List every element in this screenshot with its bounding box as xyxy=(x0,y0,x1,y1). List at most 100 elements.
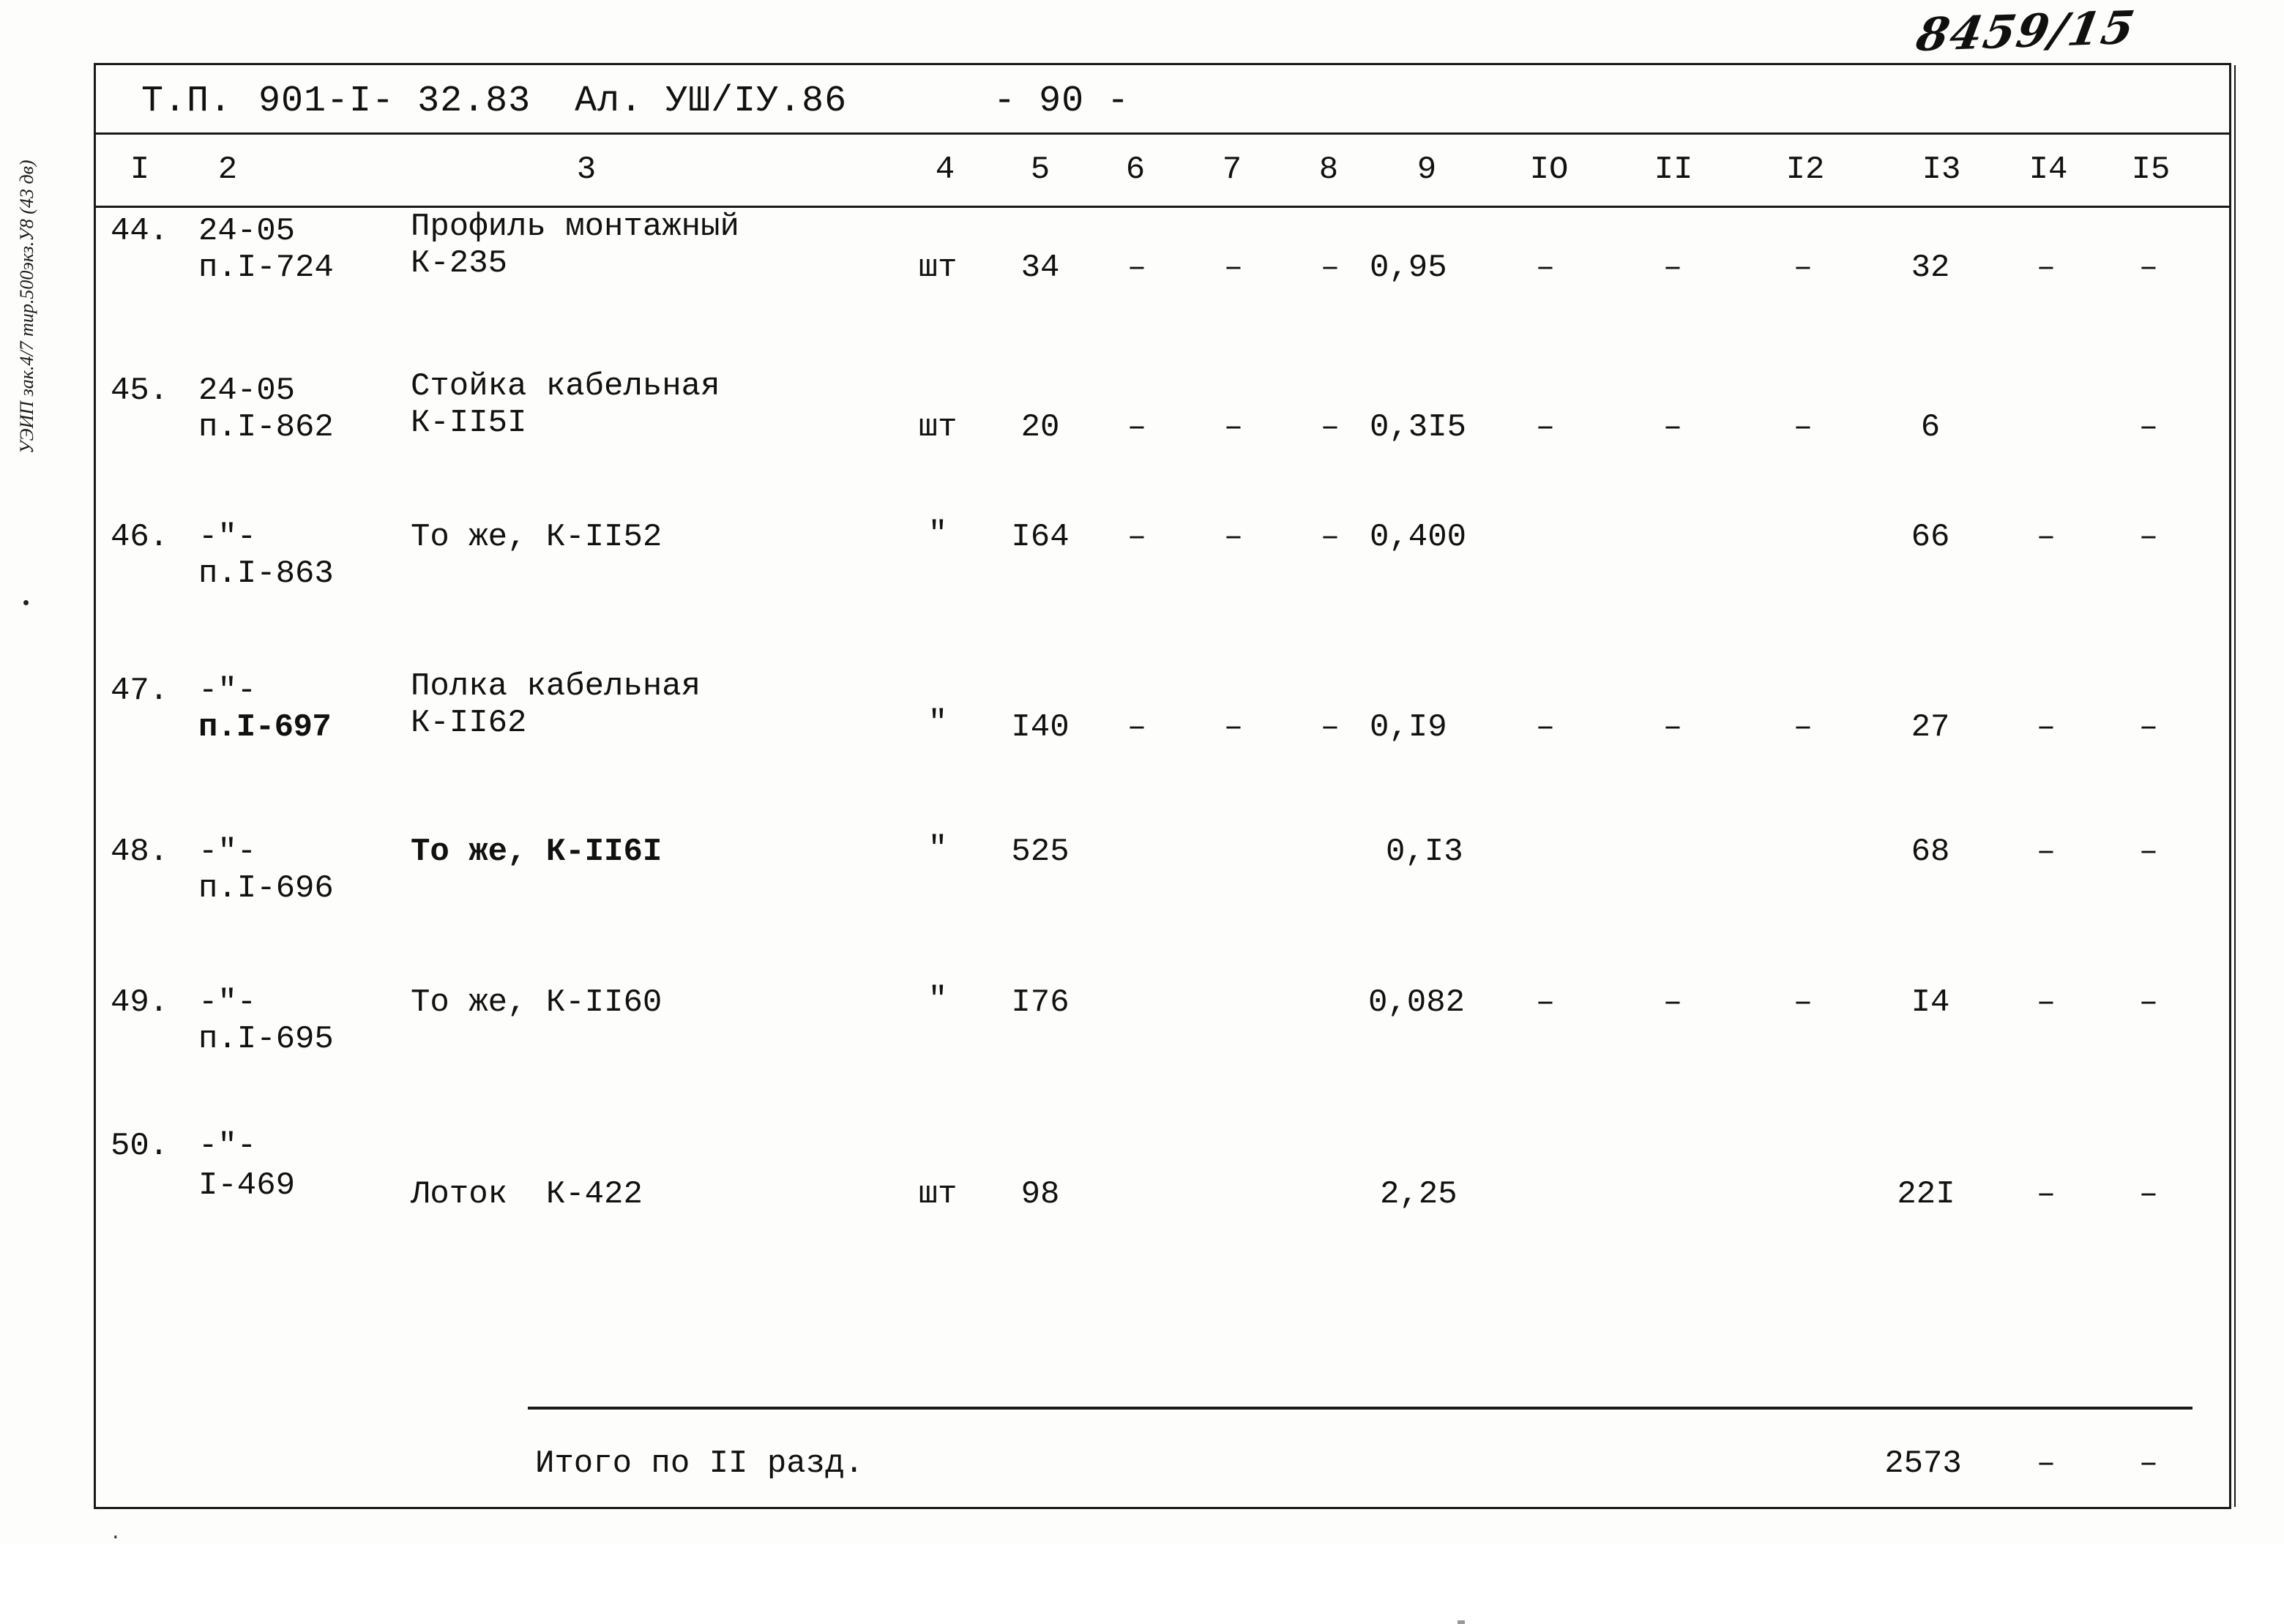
row-col13: 32 xyxy=(1911,250,1950,286)
row-ref-line2: I-469 xyxy=(198,1167,296,1204)
row-col7: – xyxy=(1223,409,1244,446)
column-number-header-row: I 2 3 4 5 6 7 8 9 IO II I2 I3 I4 I5 xyxy=(96,135,2229,204)
document-title-row: Т.П. 901-I- 32.83 Ал. УШ/IУ.86 - 90 - xyxy=(96,70,2229,132)
row-col11: – xyxy=(1662,709,1683,746)
total-col14: – xyxy=(2036,1445,2056,1482)
row-unit: шт xyxy=(918,1176,958,1213)
row-ref-line1: 24-05 xyxy=(198,213,296,250)
column-header-5: 5 xyxy=(1030,151,1050,188)
row-ref-line1: 24-05 xyxy=(198,373,296,409)
row-col7: – xyxy=(1223,250,1244,286)
row-ref-line2: п.I-724 xyxy=(198,250,334,286)
column-header-7: 7 xyxy=(1222,151,1242,188)
row-col14: – xyxy=(2036,709,2056,746)
row-name-line2: К-II5I xyxy=(411,405,527,441)
column-header-10: IO xyxy=(1529,151,1569,188)
column-header-15: I5 xyxy=(2131,151,2171,188)
row-col11: – xyxy=(1662,250,1683,286)
project-code: 901-I- 32.83 xyxy=(258,80,531,122)
row-col13: 68 xyxy=(1911,834,1950,870)
row-col8: – xyxy=(1320,709,1340,746)
row-col15: – xyxy=(2138,834,2159,870)
row-ref-line2: п.I-697 xyxy=(198,709,332,746)
column-header-4: 4 xyxy=(935,151,955,188)
row-col5: 525 xyxy=(1011,834,1070,870)
row-col14: – xyxy=(2036,1176,2056,1213)
row-index: 48. xyxy=(111,834,169,870)
table-row: 49. -"- п.I-695 То же, К-II60 " I76 0,08… xyxy=(96,979,2229,1096)
row-col13: 66 xyxy=(1911,519,1950,555)
column-header-9: 9 xyxy=(1417,151,1437,188)
row-col9: 2,25 xyxy=(1380,1176,1458,1213)
row-col5: 20 xyxy=(1020,409,1060,446)
row-col5: 34 xyxy=(1020,250,1060,286)
rule-under-title xyxy=(96,132,2229,135)
archive-number-handwritten: 8459/15 xyxy=(1912,0,2140,62)
row-index: 49. xyxy=(111,984,169,1021)
row-unit: шт xyxy=(918,250,958,286)
row-col15: – xyxy=(2138,1176,2159,1213)
column-header-6: 6 xyxy=(1125,151,1146,188)
row-col14: – xyxy=(2036,984,2056,1021)
row-col13: 6 xyxy=(1920,409,1941,446)
row-col15: – xyxy=(2138,519,2159,555)
row-col13: I4 xyxy=(1911,984,1950,1021)
table-row: 50. -"- I-469 Лоток К-422 шт 98 2,25 22I… xyxy=(96,1123,2229,1240)
row-index: 50. xyxy=(111,1128,169,1164)
row-col15: – xyxy=(2138,250,2159,286)
row-col10: – xyxy=(1535,409,1556,446)
row-col13: 27 xyxy=(1911,709,1950,746)
row-col7: – xyxy=(1223,519,1244,555)
row-col5: I76 xyxy=(1011,984,1070,1021)
row-name-line1: То же, К-II60 xyxy=(411,984,663,1021)
row-unit: " xyxy=(928,831,948,867)
row-name-line1: Полка кабельная xyxy=(411,668,701,705)
table-row: 45. 24-05 п.I-862 Стойка кабельная К-II5… xyxy=(96,367,2229,484)
row-col9: 0,3I5 xyxy=(1370,409,1467,446)
row-col8: – xyxy=(1320,250,1340,286)
row-index: 45. xyxy=(111,373,169,409)
specification-table-frame: Т.П. 901-I- 32.83 Ал. УШ/IУ.86 - 90 - I … xyxy=(94,63,2236,1624)
rule-above-total xyxy=(528,1407,2192,1410)
margin-dot-mark xyxy=(23,600,29,605)
tp-label: Т.П. xyxy=(141,80,233,122)
row-col12: – xyxy=(1793,250,1813,286)
table-body: 44. 24-05 п.I-724 Профиль монтажный К-23… xyxy=(96,208,2229,1624)
row-col12: – xyxy=(1793,709,1813,746)
row-name-line1: Стойка кабельная xyxy=(411,368,720,405)
row-col8: – xyxy=(1320,409,1340,446)
row-col14: – xyxy=(2036,519,2056,555)
row-name-line1: Лоток К-422 xyxy=(411,1176,643,1213)
row-index: 46. xyxy=(111,519,169,555)
row-col11: – xyxy=(1662,409,1683,446)
row-col12: – xyxy=(1793,409,1813,446)
column-header-13: I3 xyxy=(1922,151,1961,188)
column-header-8: 8 xyxy=(1318,151,1339,188)
row-ref-line1: -"- xyxy=(198,673,257,709)
page-number: - 90 - xyxy=(993,80,1130,122)
row-col12: – xyxy=(1793,984,1813,1021)
row-col5: 98 xyxy=(1020,1176,1060,1213)
album-reference: Ал. УШ/IУ.86 xyxy=(575,80,848,122)
row-ref-line2: п.I-696 xyxy=(198,870,334,907)
row-index: 47. xyxy=(111,673,169,709)
row-name-line2: К-II62 xyxy=(411,705,527,741)
row-col8: – xyxy=(1320,519,1340,555)
row-col9: 0,95 xyxy=(1370,250,1447,286)
row-col6: – xyxy=(1127,709,1147,746)
row-name-line1: То же, К-II52 xyxy=(411,519,663,555)
row-col15: – xyxy=(2138,984,2159,1021)
column-header-14: I4 xyxy=(2029,151,2068,188)
table-row: 44. 24-05 п.I-724 Профиль монтажный К-23… xyxy=(96,208,2229,325)
row-col7: – xyxy=(1223,709,1244,746)
column-header-11: II xyxy=(1654,151,1693,188)
column-header-2: 2 xyxy=(217,151,238,188)
row-col15: – xyxy=(2138,709,2159,746)
table-row: 48. -"- п.I-696 То же, К-II6I " 525 0,I3… xyxy=(96,828,2229,946)
row-ref-line1: -"- xyxy=(198,1128,257,1164)
row-ref-line2: п.I-863 xyxy=(198,555,334,592)
row-col11: – xyxy=(1662,984,1683,1021)
row-unit: " xyxy=(928,981,948,1018)
table-row: 46. -"- п.I-863 То же, К-II52 " I64 – – … xyxy=(96,514,2229,631)
column-header-3: 3 xyxy=(576,151,597,188)
